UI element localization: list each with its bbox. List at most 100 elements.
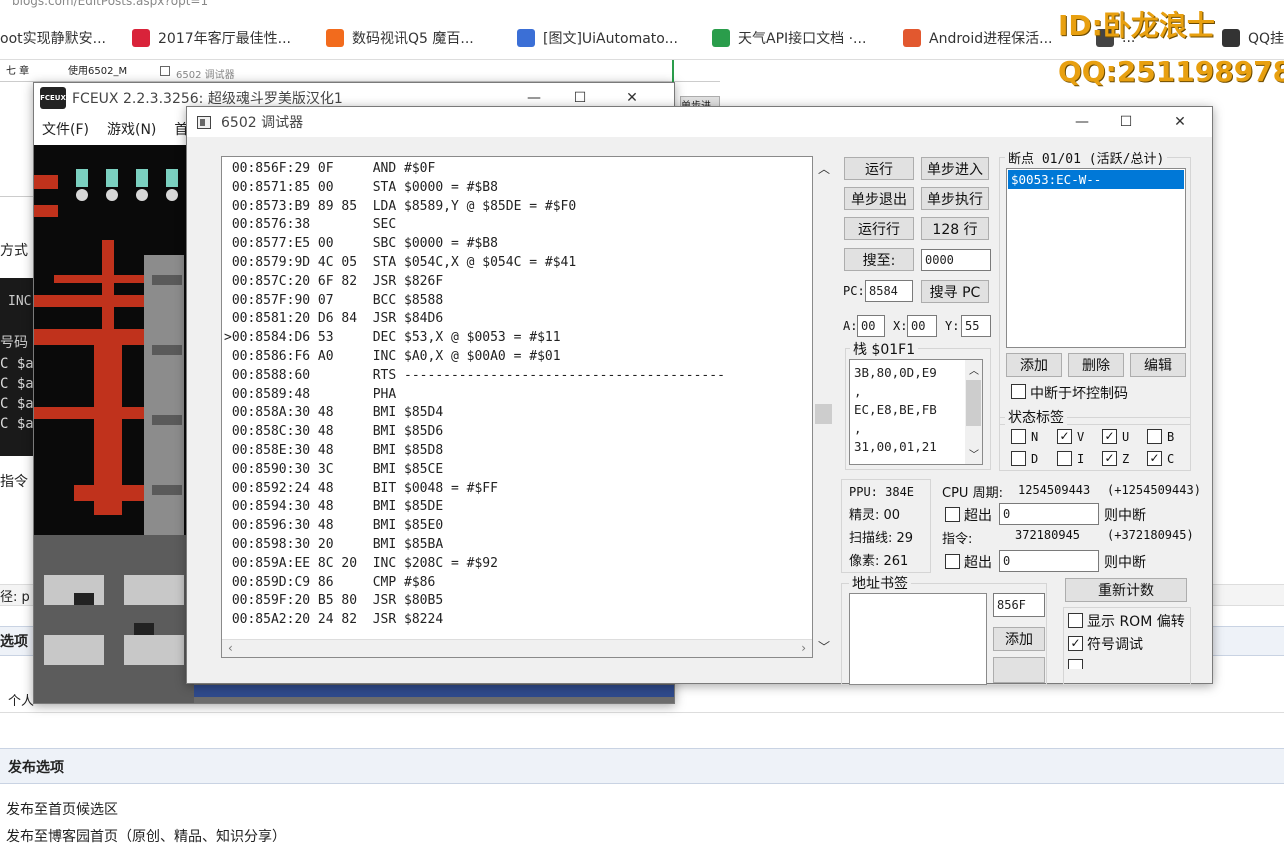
flag-c-checkbox[interactable]: ✓	[1147, 451, 1162, 466]
flag-i-checkbox[interactable]	[1057, 451, 1072, 466]
disassembly-line[interactable]: 00:858E:30 48 BMI $85D8	[224, 442, 725, 461]
disassembly-line[interactable]: 00:858A:30 48 BMI $85D4	[224, 404, 725, 423]
publish-option-candidate[interactable]: 发布至首页候选区	[6, 799, 118, 819]
breakpoint-edit-button[interactable]: 编辑	[1130, 353, 1186, 377]
flag-d-checkbox[interactable]	[1011, 451, 1026, 466]
disassembly-line[interactable]: 00:8589:48 PHA	[224, 386, 725, 405]
bookmark-delete-button[interactable]	[993, 657, 1045, 683]
instructions-label: 指令:	[942, 532, 973, 547]
reset-counters-button[interactable]: 重新计数	[1065, 578, 1187, 602]
seek-to-button[interactable]: 搜至:	[844, 248, 914, 271]
disassembly-line[interactable]: 00:858C:30 48 BMI $85D6	[224, 423, 725, 442]
bookmark-item[interactable]: oot实现静默安...	[0, 28, 106, 48]
disassembly-line[interactable]: 00:859D:C9 86 CMP #$86	[224, 574, 725, 593]
next-option-checkbox[interactable]	[1068, 659, 1083, 669]
breakpoints-list[interactable]: $0053:EC-W--	[1006, 168, 1186, 348]
scroll-thumb[interactable]	[815, 404, 832, 424]
disassembly-line[interactable]: 00:857F:90 07 BCC $8588	[224, 292, 725, 311]
disassembly-vscroll[interactable]: ︿ ﹀	[815, 156, 833, 658]
cpu-cycles-label: CPU 周期:	[942, 486, 1003, 501]
scroll-left-icon[interactable]: ‹	[228, 641, 233, 655]
bookmark-item[interactable]: Android进程保活...	[903, 28, 1052, 48]
scroll-thumb[interactable]	[966, 380, 981, 426]
menu-game[interactable]: 游戏(N)	[107, 119, 156, 139]
minimize-icon[interactable]: —	[1062, 107, 1102, 137]
disassembly-line[interactable]: 00:8588:60 RTS -------------------------…	[224, 367, 725, 386]
run-button[interactable]: 运行	[844, 157, 914, 180]
disassembly-line[interactable]: 00:8581:20 D6 84 JSR $84D6	[224, 310, 725, 329]
bookmark-item[interactable]: 天气API接口文档 ·...	[712, 28, 866, 48]
disassembly-line[interactable]: 00:8573:B9 89 85 LDA $8589,Y @ $85DE = #…	[224, 198, 725, 217]
run-128-lines-button[interactable]: 128 行	[921, 217, 989, 240]
cycles-limit-input[interactable]: 0	[999, 503, 1099, 525]
disassembly-view[interactable]: 00:856F:29 0F AND #$0F 00:8571:85 00 STA…	[221, 156, 813, 658]
stack-view[interactable]: 3B,80,0D,E9, EC,E8,BE,FB, 31,00,01,21 ︿ ﹀	[849, 359, 983, 465]
cycles-exceed-checkbox[interactable]	[945, 507, 960, 522]
bookmark-item[interactable]: QQ挂	[1222, 28, 1284, 48]
stack-scrollbar[interactable]: ︿ ﹀	[965, 360, 982, 464]
maximize-icon[interactable]: ☐	[1106, 107, 1146, 137]
disassembly-line[interactable]: 00:8586:F6 A0 INC $A0,X @ $00A0 = #$01	[224, 348, 725, 367]
disassembly-line[interactable]: 00:8579:9D 4C 05 STA $054C,X @ $054C = #…	[224, 254, 725, 273]
register-x-input[interactable]: 00	[907, 315, 937, 337]
bookmark-add-button[interactable]: 添加	[993, 627, 1045, 651]
scroll-down-icon[interactable]: ﹀	[969, 446, 979, 461]
disassembly-line[interactable]: 00:8571:85 00 STA $0000 = #$B8	[224, 179, 725, 198]
flag-u-checkbox[interactable]: ✓	[1102, 429, 1117, 444]
disassembly-line[interactable]: 00:857C:20 6F 82 JSR $826F	[224, 273, 725, 292]
instr-exceed-checkbox[interactable]	[945, 554, 960, 569]
disassembly-line[interactable]: 00:856F:29 0F AND #$0F	[224, 160, 725, 179]
qq-icon	[1222, 29, 1240, 47]
debugger-titlebar[interactable]: 6502 调试器 — ☐ ✕	[187, 107, 1212, 137]
horizontal-scrollbar[interactable]: ‹ ›	[222, 639, 812, 657]
disassembly-line[interactable]: 00:8577:E5 00 SBC $0000 = #$B8	[224, 235, 725, 254]
breakpoint-add-button[interactable]: 添加	[1006, 353, 1062, 377]
stack-line: 3B,80,0D,E9	[854, 365, 937, 380]
cpu-cycles-value: 1254509443	[1018, 483, 1091, 497]
close-icon[interactable]: ✕	[1160, 107, 1200, 137]
pc-input[interactable]: 8584	[865, 280, 913, 302]
flag-n-checkbox[interactable]	[1011, 429, 1026, 444]
scroll-up-icon[interactable]: ︿	[969, 362, 979, 377]
scroll-down-icon[interactable]: ﹀	[818, 638, 830, 655]
disassembly-line[interactable]: 00:8590:30 3C BMI $85CE	[224, 461, 725, 480]
disassembly-line[interactable]: 00:859A:EE 8C 20 INC $208C = #$92	[224, 555, 725, 574]
flag-v-checkbox[interactable]: ✓	[1057, 429, 1072, 444]
symbolic-debug-checkbox[interactable]: ✓	[1068, 636, 1083, 651]
disassembly-line[interactable]: 00:8592:24 48 BIT $0048 = #$FF	[224, 480, 725, 499]
instr-limit-input[interactable]: 0	[999, 550, 1099, 572]
menu-file[interactable]: 文件(F)	[42, 119, 89, 139]
publish-option-homepage[interactable]: 发布至博客园首页（原创、精品、知识分享）	[6, 826, 286, 846]
flag-b-checkbox[interactable]	[1147, 429, 1162, 444]
bookmark-item[interactable]: 数码视讯Q5 魔百...	[326, 28, 474, 48]
step-into-button[interactable]: 单步进入	[921, 157, 989, 180]
scroll-right-icon[interactable]: ›	[801, 641, 806, 655]
break-bad-opcode-checkbox[interactable]	[1011, 384, 1026, 399]
instructions-delta: (+372180945)	[1107, 528, 1194, 542]
show-rom-offset-checkbox[interactable]	[1068, 613, 1083, 628]
disassembly-line[interactable]: 00:8576:38 SEC	[224, 216, 725, 235]
bookmark-item[interactable]: 2017年客厅最佳性...	[132, 28, 291, 48]
register-a-input[interactable]: 00	[857, 315, 885, 337]
disassembly-line[interactable]: 00:8596:30 48 BMI $85E0	[224, 517, 725, 536]
blog-fragment: C $a	[0, 416, 34, 432]
step-over-button[interactable]: 单步执行	[921, 187, 989, 210]
scroll-up-icon[interactable]: ︿	[818, 160, 830, 177]
breakpoint-delete-button[interactable]: 删除	[1068, 353, 1124, 377]
bookmark-address-input[interactable]: 856F	[993, 593, 1045, 617]
disassembly-line[interactable]: 00:8594:30 48 BMI $85DE	[224, 498, 725, 517]
seek-pc-button[interactable]: 搜寻 PC	[921, 280, 989, 303]
flag-d-label: D	[1031, 452, 1039, 466]
disassembly-line[interactable]: 00:85A2:20 24 82 JSR $8224	[224, 611, 725, 630]
disassembly-line[interactable]: 00:8598:30 20 BMI $85BA	[224, 536, 725, 555]
step-out-button[interactable]: 单步退出	[844, 187, 914, 210]
run-line-button[interactable]: 运行行	[844, 217, 914, 240]
seek-address-input[interactable]: 0000	[921, 249, 991, 271]
register-y-input[interactable]: 55	[961, 315, 991, 337]
disassembly-line[interactable]: 00:859F:20 B5 80 JSR $80B5	[224, 592, 725, 611]
bookmark-item[interactable]: [图文]UiAutomato...	[517, 28, 678, 48]
address-bookmarks-list[interactable]	[849, 593, 987, 685]
flag-z-checkbox[interactable]: ✓	[1102, 451, 1117, 466]
disassembly-line[interactable]: >00:8584:D6 53 DEC $53,X @ $0053 = #$11	[224, 329, 725, 348]
breakpoint-item[interactable]: $0053:EC-W--	[1008, 170, 1184, 189]
